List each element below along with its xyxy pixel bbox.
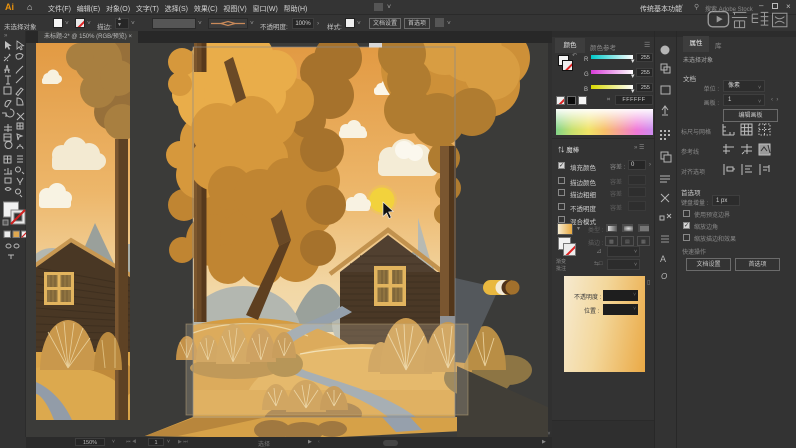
svg-text:G: G xyxy=(584,72,589,78)
svg-text:O: O xyxy=(661,272,667,281)
svg-text:»: » xyxy=(4,33,8,39)
svg-text:A: A xyxy=(660,254,666,264)
svg-text:B: B xyxy=(584,87,588,93)
svg-text:R: R xyxy=(584,57,589,63)
